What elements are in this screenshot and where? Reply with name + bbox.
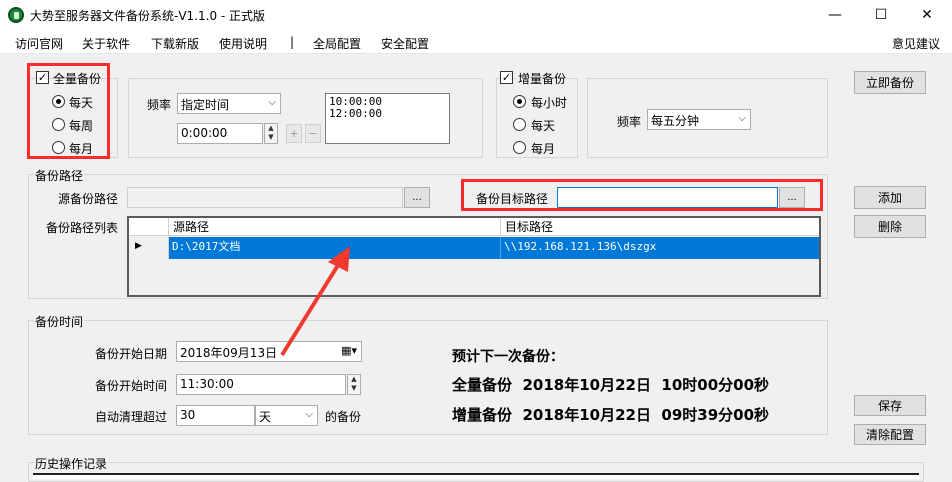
incr-radio-hourly-label: 每小时 [531, 96, 568, 110]
auto-clean-label: 自动清理超过 [95, 410, 168, 424]
full-time-value: 0:00:00 [181, 126, 228, 140]
add-time-button[interactable]: + [286, 124, 302, 143]
menu-global-config[interactable]: 全局配置 [313, 35, 361, 52]
table-header: 源路径 目标路径 [129, 218, 819, 236]
incr-freq-select[interactable]: 每五分钟 ⌵ [647, 109, 751, 130]
history-title: 历史操作记录 [34, 455, 109, 472]
incr-radio-monthly-label: 每月 [531, 142, 556, 156]
full-radio-daily-label: 每天 [69, 96, 94, 110]
incr-freq-value: 每五分钟 [651, 114, 700, 128]
source-browse-button[interactable]: ... [404, 187, 430, 208]
full-backup-label: 全量备份 [53, 72, 102, 86]
path-list-table[interactable]: 源路径 目标路径 ▶ D:\2017文档 \\192.168.121.136\d… [127, 216, 821, 297]
menu-help[interactable]: 使用说明 [219, 35, 267, 52]
incr-freq-label: 频率 [617, 115, 642, 129]
minimize-icon: — [828, 7, 842, 23]
menu-about[interactable]: 关于软件 [82, 35, 130, 52]
remove-time-button[interactable]: − [305, 124, 321, 143]
spin-up-icon: ▲ [351, 375, 357, 383]
auto-clean-value: 30 [180, 408, 196, 422]
next-backup-title: 预计下一次备份： [452, 349, 564, 365]
annotation-arrow-icon [280, 246, 350, 357]
full-radio-monthly[interactable] [52, 141, 65, 154]
auto-clean-input[interactable]: 30 [176, 405, 255, 426]
checkmark-icon: ✓ [501, 71, 512, 84]
checkmark-icon: ✓ [37, 71, 48, 84]
source-path-input[interactable] [127, 187, 403, 208]
spin-down-icon: ▼ [268, 133, 274, 141]
list-item[interactable]: 12:00:00 [329, 108, 446, 120]
menu-feedback[interactable]: 意见建议 [892, 35, 940, 52]
menu-security-config[interactable]: 安全配置 [381, 35, 429, 52]
start-date-label: 备份开始日期 [95, 347, 168, 361]
history-group [28, 462, 924, 482]
spin-up-icon: ▲ [268, 124, 274, 132]
history-log[interactable] [33, 473, 919, 479]
full-radio-daily[interactable] [52, 95, 65, 108]
auto-clean-unit-value: 天 [259, 410, 272, 424]
next-incr-backup: 增量备份 2018年10月22日 09时39分00秒 [452, 406, 770, 424]
incr-backup-checkbox[interactable]: ✓ [500, 71, 513, 84]
full-freq-value: 指定时间 [181, 98, 230, 112]
clear-config-button[interactable]: 清除配置 [854, 424, 926, 445]
incr-backup-label: 增量备份 [517, 70, 568, 87]
full-time-input[interactable]: 0:00:00 [177, 123, 263, 144]
table-corner [129, 218, 169, 236]
maximize-icon: ☐ [874, 7, 888, 23]
chevron-down-icon: ⌵ [738, 113, 746, 124]
save-button[interactable]: 保存 [854, 395, 926, 416]
auto-clean-unit-select[interactable]: 天 ⌵ [255, 405, 318, 426]
incr-radio-daily[interactable] [513, 118, 526, 131]
incr-radio-hourly[interactable] [513, 95, 526, 108]
full-backup-checkbox[interactable]: ✓ [36, 71, 49, 84]
minimize-button[interactable]: — [812, 0, 858, 30]
full-freq-select[interactable]: 指定时间 ⌵ [177, 93, 281, 114]
start-time-spinner[interactable]: ▲ ▼ [347, 374, 361, 395]
incr-radio-daily-label: 每天 [531, 119, 556, 133]
menu-download[interactable]: 下载新版 [151, 35, 199, 52]
target-path-label: 备份目标路径 [476, 192, 549, 206]
close-button[interactable]: ✕ [904, 0, 950, 30]
backup-now-button[interactable]: 立即备份 [854, 71, 926, 94]
start-time-label: 备份开始时间 [95, 379, 168, 393]
menu-visit-website[interactable]: 访问官网 [15, 35, 63, 52]
add-button[interactable]: 添加 [854, 186, 926, 209]
chevron-down-icon: ⌵ [305, 409, 313, 420]
spin-down-icon: ▼ [351, 384, 357, 392]
full-freq-label: 频率 [147, 98, 172, 112]
delete-button[interactable]: 删除 [854, 215, 926, 238]
full-time-spinner[interactable]: ▲ ▼ [264, 123, 278, 144]
maximize-button[interactable]: ☐ [858, 0, 904, 30]
column-header-target[interactable]: 目标路径 [501, 218, 819, 236]
next-full-backup: 全量备份 2018年10月22日 10时00分00秒 [452, 376, 770, 394]
app-icon [8, 7, 24, 23]
start-time-input[interactable]: 11:30:00 [176, 374, 346, 395]
row-pointer-icon: ▶ [135, 241, 142, 251]
start-time-value: 11:30:00 [180, 377, 234, 391]
close-icon: ✕ [921, 7, 933, 23]
backup-paths-title: 备份路径 [34, 167, 85, 184]
incr-radio-monthly[interactable] [513, 141, 526, 154]
column-header-source[interactable]: 源路径 [169, 218, 501, 236]
start-date-value: 2018年09月13日 [180, 346, 278, 360]
cell-target[interactable]: \\192.168.121.136\dszgx [501, 237, 819, 259]
full-radio-weekly-label: 每周 [69, 119, 94, 133]
target-path-input[interactable] [557, 187, 778, 208]
table-row[interactable]: ▶ D:\2017文档 \\192.168.121.136\dszgx [129, 237, 819, 259]
path-list-label: 备份路径列表 [46, 221, 119, 235]
full-times-list[interactable]: 10:00:00 12:00:00 [325, 93, 450, 144]
row-header[interactable]: ▶ [129, 237, 169, 259]
schedule-title: 备份时间 [34, 313, 85, 330]
source-path-label: 源备份路径 [58, 192, 119, 206]
chevron-down-icon: ⌵ [268, 97, 276, 108]
menu-bar [0, 30, 952, 54]
full-radio-monthly-label: 每月 [69, 142, 94, 156]
window-title: 大势至服务器文件备份系统-V1.1.0 - 正式版 [30, 9, 266, 23]
menu-separator: | [290, 35, 295, 49]
target-browse-button[interactable]: ... [779, 187, 805, 208]
full-radio-weekly[interactable] [52, 118, 65, 131]
auto-clean-suffix: 的备份 [325, 410, 362, 424]
